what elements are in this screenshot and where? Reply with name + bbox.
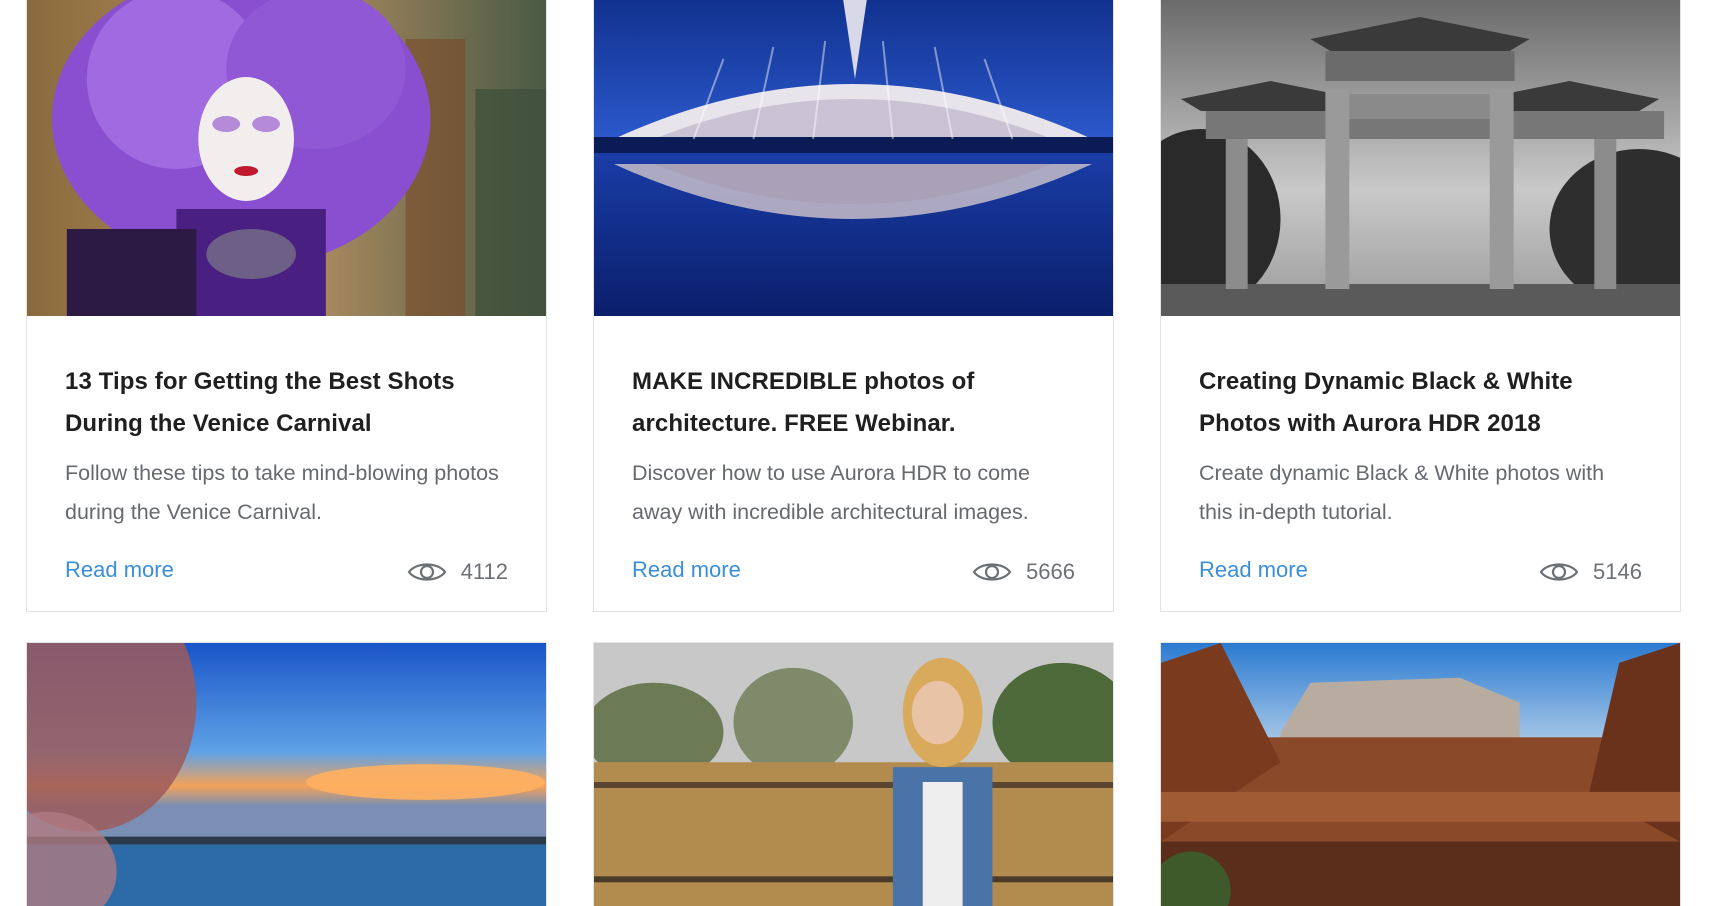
article-title[interactable]: MAKE INCREDIBLE photos of architecture. … [632,361,1075,445]
article-card[interactable]: 13 Tips for Getting the Best Shots Durin… [26,0,547,612]
article-thumbnail-portrait-field[interactable] [594,643,1113,906]
view-count-value: 5146 [1593,559,1642,584]
article-card-body: Creating Dynamic Black & White Photos wi… [1199,316,1642,611]
article-title[interactable]: 13 Tips for Getting the Best Shots Durin… [65,361,508,445]
article-thumbnail-cherry-blossom-sunset[interactable] [27,643,546,906]
article-title[interactable]: Creating Dynamic Black & White Photos wi… [1199,361,1642,445]
view-count-value: 4112 [460,559,508,584]
article-grid: 13 Tips for Getting the Best Shots Durin… [0,0,1710,906]
article-thumbnail-canyon-cliffs[interactable] [1161,643,1680,906]
article-card[interactable]: MAKE INCREDIBLE photos of architecture. … [593,0,1114,612]
view-count: 4112 [407,559,508,585]
article-description: Create dynamic Black & White photos with… [1199,461,1605,524]
article-thumbnail-chinese-gate[interactable] [1161,0,1680,316]
article-card-body: MAKE INCREDIBLE photos of architecture. … [632,316,1075,611]
article-description: Follow these tips to take mind-blowing p… [65,461,499,524]
read-more-link[interactable]: Read more [632,557,741,583]
article-thumbnail-carnival-mask[interactable] [27,0,546,316]
article-thumbnail-architecture[interactable] [594,0,1113,316]
article-card-body: 13 Tips for Getting the Best Shots Durin… [65,316,508,611]
eye-icon [972,563,1012,581]
article-card[interactable] [26,642,547,906]
article-card[interactable]: Creating Dynamic Black & White Photos wi… [1160,0,1681,612]
view-count-value: 5666 [1026,559,1075,584]
eye-icon [1539,563,1579,581]
article-card[interactable] [593,642,1114,906]
article-description: Discover how to use Aurora HDR to come a… [632,461,1030,524]
read-more-link[interactable]: Read more [1199,557,1308,583]
view-count: 5666 [972,559,1075,585]
view-count: 5146 [1539,559,1642,585]
article-card[interactable] [1160,642,1681,906]
read-more-link[interactable]: Read more [65,557,174,583]
eye-icon [407,563,447,581]
